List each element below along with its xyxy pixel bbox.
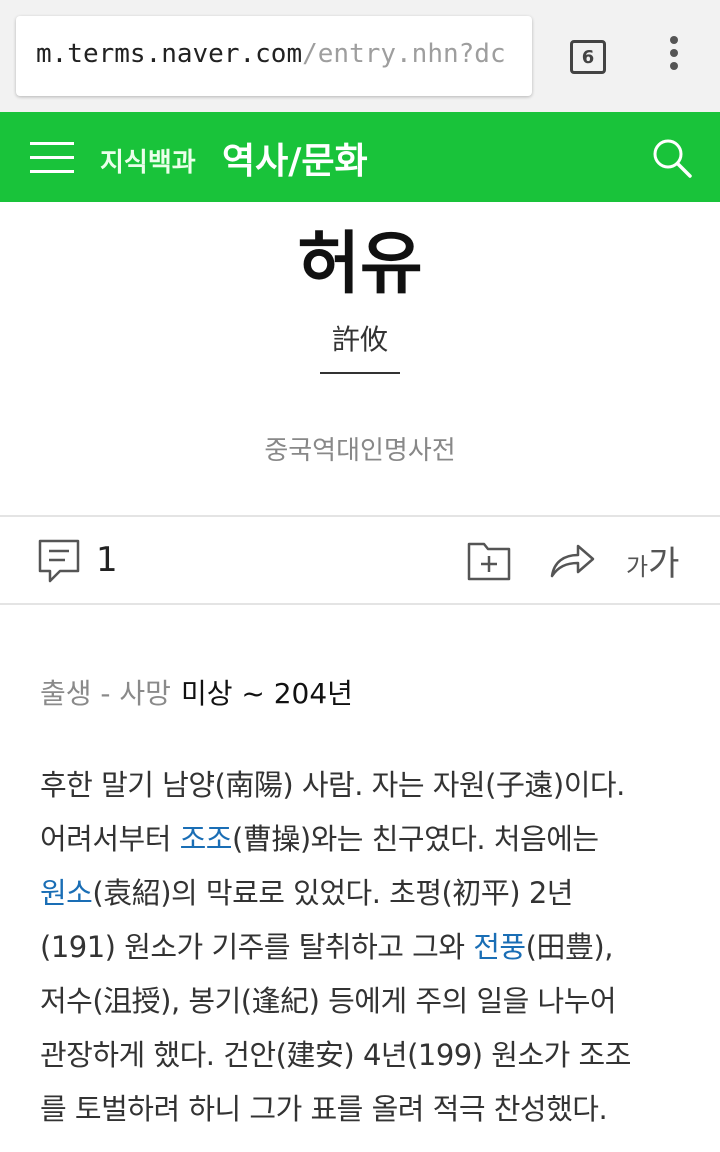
- comment-count[interactable]: 1: [96, 540, 118, 580]
- entry-title: 허유: [297, 225, 423, 304]
- body-line: 를 토벌하려 하니 그가 표를 올려 적극 찬성했다.: [40, 1092, 608, 1126]
- body-line: 어려서부터 조조(曹操)와는 친구였다. 처음에는: [40, 812, 690, 866]
- body-line: 원소(袁紹)의 막료로 있었다. 초평(初平) 2년: [40, 866, 690, 920]
- add-to-folder-icon[interactable]: [466, 538, 512, 582]
- link-tian-feng[interactable]: 전풍: [473, 930, 526, 964]
- url-path: /entry.nhn?dc: [302, 39, 506, 69]
- site-header: 지식백과 역사/문화: [0, 112, 720, 202]
- link-yuan-shao[interactable]: 원소: [40, 876, 93, 910]
- browser-chrome: m.terms.naver.com/entry.nhn?dc 6: [0, 0, 720, 112]
- body-text-segment: (田豊),: [525, 930, 614, 964]
- comment-icon[interactable]: [38, 538, 80, 584]
- search-icon[interactable]: [650, 136, 694, 180]
- hamburger-menu-icon[interactable]: [30, 140, 74, 174]
- body-text-segment: (袁紹)의 막료로 있었다. 초평(初平) 2년: [92, 876, 573, 910]
- entry-body: 후한 말기 남양(南陽) 사람. 자는 자원(子遠)이다. 어려서부터 조조(曹…: [40, 758, 690, 1136]
- category-title[interactable]: 역사/문화: [222, 132, 368, 184]
- brand-label[interactable]: 지식백과: [100, 142, 196, 179]
- body-text-segment: (191) 원소가 기주를 탈취하고 그와: [40, 930, 474, 964]
- body-line: (191) 원소가 기주를 탈취하고 그와 전풍(田豊),: [40, 920, 690, 974]
- title-underline: [320, 372, 400, 374]
- share-icon[interactable]: [548, 540, 596, 580]
- address-bar[interactable]: m.terms.naver.com/entry.nhn?dc: [16, 16, 532, 96]
- body-line: 관장하게 했다. 건안(建安) 4년(199) 원소가 조조: [40, 1038, 631, 1072]
- font-size-button[interactable]: 가가: [626, 536, 679, 585]
- birth-death-label: 출생 - 사망: [40, 677, 171, 710]
- body-line: 후한 말기 남양(南陽) 사람. 자는 자원(子遠)이다.: [40, 768, 625, 802]
- font-size-small-glyph: 가: [626, 553, 649, 581]
- entry-hanja: 許攸: [331, 323, 388, 356]
- birth-death-value: 미상 ~ 204년: [180, 677, 353, 710]
- link-cao-cao[interactable]: 조조: [180, 822, 233, 856]
- url-host: m.terms.naver.com: [36, 39, 303, 69]
- font-size-big-glyph: 가: [648, 544, 680, 584]
- entry-source[interactable]: 중국역대인명사전: [0, 430, 720, 467]
- url-text[interactable]: m.terms.naver.com/entry.nhn?dc: [36, 39, 506, 69]
- body-line: 저수(沮授), 봉기(逢紀) 등에게 주의 일을 나누어: [40, 984, 617, 1018]
- more-menu-icon[interactable]: [664, 36, 684, 76]
- birth-death-row: 출생 - 사망 미상 ~ 204년: [40, 672, 353, 712]
- body-text-segment: (曹操)와는 친구였다. 처음에는: [232, 822, 599, 856]
- toolbar-divider-top: [0, 515, 720, 517]
- toolbar-divider-bottom: [0, 603, 720, 605]
- tab-switcher-button[interactable]: 6: [570, 40, 606, 74]
- body-text-segment: 어려서부터: [40, 822, 180, 856]
